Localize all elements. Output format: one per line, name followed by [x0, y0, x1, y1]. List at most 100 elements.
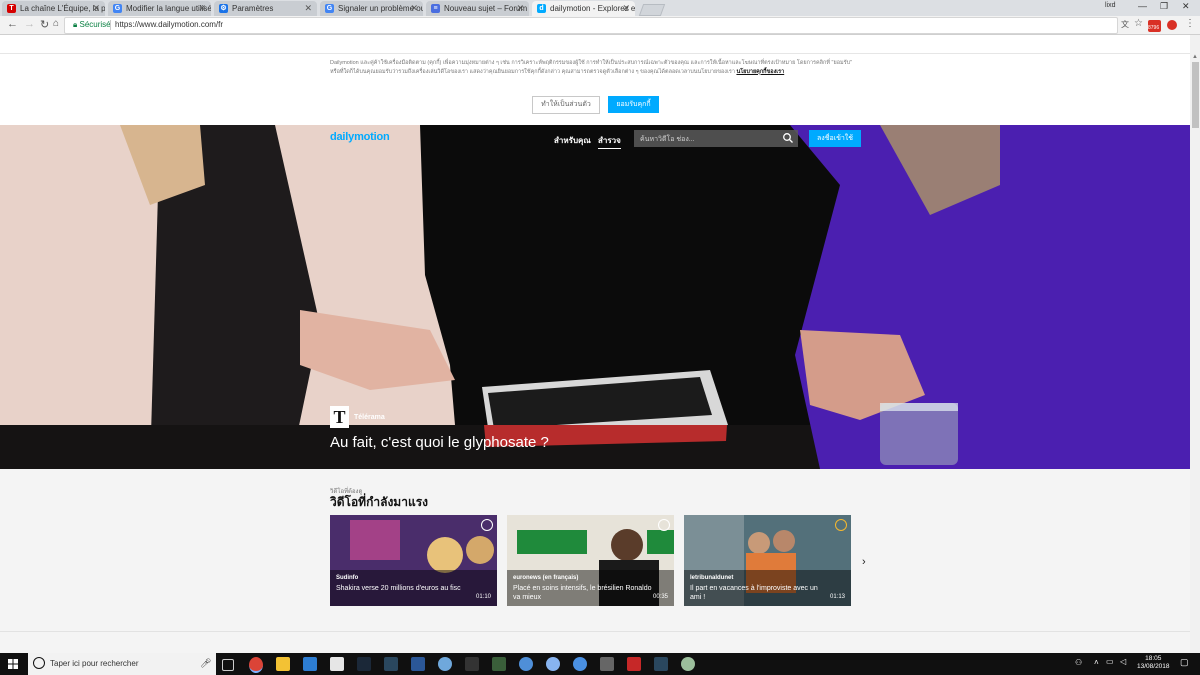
forward-icon[interactable]: →: [24, 18, 35, 30]
hero-channel[interactable]: Télérama: [354, 414, 385, 421]
task-view-icon[interactable]: [222, 659, 234, 671]
card-channel[interactable]: Sudinfo: [336, 575, 358, 581]
card-duration: 01:13: [829, 594, 845, 600]
watch-later-icon[interactable]: [658, 519, 670, 531]
video-card[interactable]: Sudinfo Shakira verse 20 millions d'euro…: [330, 515, 497, 606]
taskbar-search[interactable]: Taper ici pour rechercher 🎤︎: [28, 653, 216, 675]
home-icon[interactable]: ⌂: [53, 18, 59, 29]
steam-app-icon[interactable]: [384, 657, 398, 671]
app-icon[interactable]: [573, 657, 587, 671]
scrollbar-thumb[interactable]: [1192, 62, 1199, 128]
search-icon[interactable]: [782, 132, 794, 144]
network-icon[interactable]: ▭: [1106, 657, 1114, 666]
tab-google-language[interactable]: G Modifier la langue utilisé ✕: [108, 1, 211, 16]
minimize-icon[interactable]: —: [1138, 1, 1147, 11]
mail-icon[interactable]: [330, 657, 344, 671]
gmail-icon[interactable]: 8796: [1148, 20, 1161, 32]
file-explorer-icon[interactable]: [276, 657, 290, 671]
hero-video[interactable]: [0, 125, 1190, 469]
card-title[interactable]: Il part en vacances à l'improviste avec …: [690, 584, 830, 602]
accept-cookies-button[interactable]: ยอมรับคุกกี้: [608, 96, 659, 113]
card-channel[interactable]: letribunaldunet: [690, 575, 733, 581]
app-icon[interactable]: [465, 657, 479, 671]
microphone-icon[interactable]: 🎤︎: [200, 658, 211, 669]
card-channel[interactable]: euronews (en français): [513, 575, 578, 581]
gmail-badge: 8796: [1148, 25, 1160, 31]
menu-icon[interactable]: ⋮: [1185, 18, 1195, 29]
new-tab-button[interactable]: [638, 4, 666, 16]
nav-for-you[interactable]: สำหรับคุณ: [554, 134, 591, 147]
volume-icon[interactable]: ◁: [1120, 657, 1126, 666]
hero-title[interactable]: Au fait, c'est quoi le glyphosate ?: [330, 434, 549, 451]
close-window-icon[interactable]: ✕: [1182, 1, 1190, 12]
profile-label[interactable]: lixd: [1105, 2, 1116, 9]
notification-icon[interactable]: ▢: [1180, 657, 1189, 668]
scroll-up-icon[interactable]: ▲: [1192, 54, 1198, 60]
extension-icon[interactable]: [1167, 20, 1177, 30]
cookie-policy-link[interactable]: นโยบายคุกกี้ของเรา: [736, 69, 784, 75]
star-icon[interactable]: ☆: [1134, 18, 1143, 29]
app-icon[interactable]: [411, 657, 425, 671]
nav-explore[interactable]: สำรวจ: [598, 134, 621, 149]
tab-report-problem[interactable]: G Signaler un problème ou ✕: [320, 1, 423, 16]
tab-lequipe[interactable]: T La chaîne L'Équipe, la pre ✕: [2, 1, 105, 16]
personalize-button[interactable]: ทำให้เป็นส่วนตัว: [532, 96, 600, 114]
secure-label: Sécurisé: [79, 20, 111, 29]
dailymotion-logo[interactable]: dailymotion: [330, 131, 390, 143]
search-box[interactable]: ค้นหาวิดีโอ ช่อง...: [634, 130, 798, 147]
reload-icon[interactable]: ↻: [40, 18, 49, 31]
url-separator: [110, 20, 111, 30]
address-bar[interactable]: 🔒︎ Sécurisé https://www.dailymotion.com/…: [64, 17, 1118, 34]
steam-app-icon[interactable]: [654, 657, 668, 671]
close-icon[interactable]: ✕: [304, 3, 312, 14]
lock-icon: 🔒︎: [73, 20, 78, 29]
card-title[interactable]: Shakira verse 20 millions d'euros au fis…: [336, 584, 476, 593]
app-icon[interactable]: [519, 657, 533, 671]
video-card[interactable]: euronews (en français) Placé en soins in…: [507, 515, 674, 606]
chevron-right-icon[interactable]: ›: [862, 556, 866, 568]
card-duration: 01:10: [475, 594, 491, 600]
windows-start-icon[interactable]: [8, 659, 18, 669]
translate-icon[interactable]: 文: [1121, 19, 1129, 30]
channel-logo[interactable]: T: [330, 406, 349, 428]
app-icon[interactable]: [681, 657, 695, 671]
close-icon[interactable]: ✕: [410, 3, 418, 14]
close-icon[interactable]: ✕: [92, 3, 100, 14]
cookie-text: Dailymotion และคู่ค้าใช้เครื่องมือติดตาม…: [330, 59, 862, 77]
forum-icon: ≡: [431, 4, 440, 13]
card-duration: 00:35: [652, 594, 668, 600]
watch-later-icon[interactable]: [481, 519, 493, 531]
close-icon[interactable]: ✕: [516, 3, 524, 14]
taskbar-clock[interactable]: 18:05 13/08/2018: [1137, 655, 1170, 671]
signup-button[interactable]: ลงชื่อเข้าใช้: [809, 130, 861, 147]
app-icon[interactable]: [600, 657, 614, 671]
app-icon[interactable]: [438, 657, 452, 671]
maximize-icon[interactable]: ❐: [1160, 1, 1168, 12]
people-icon[interactable]: ⚇: [1075, 658, 1082, 667]
taskbar-search-input[interactable]: Taper ici pour rechercher: [50, 659, 138, 668]
close-icon[interactable]: ✕: [198, 3, 206, 14]
clock-time: 18:05: [1145, 655, 1162, 662]
secure-indicator[interactable]: 🔒︎ Sécurisé: [73, 20, 111, 30]
video-card[interactable]: letribunaldunet Il part en vacances à l'…: [684, 515, 851, 606]
app-icon[interactable]: [627, 657, 641, 671]
app-icon[interactable]: [546, 657, 560, 671]
app-icon[interactable]: [492, 657, 506, 671]
tab-title: Paramètres: [232, 4, 274, 13]
search-input[interactable]: ค้นหาวิดีโอ ช่อง...: [640, 134, 695, 145]
tab-dailymotion[interactable]: d dailymotion - Explorez et ✕: [532, 1, 635, 16]
back-icon[interactable]: ←: [7, 18, 18, 30]
watch-later-icon[interactable]: [835, 519, 847, 531]
tray-chevron-icon[interactable]: ˄: [1094, 658, 1099, 667]
tab-settings[interactable]: ⚙ Paramètres ✕: [214, 1, 317, 16]
steam-icon[interactable]: [357, 657, 371, 671]
url-text[interactable]: https://www.dailymotion.com/fr: [115, 20, 223, 29]
tab-forum[interactable]: ≡ Nouveau sujet – Forum C ✕: [426, 1, 529, 16]
chrome-icon[interactable]: [249, 657, 263, 673]
dailymotion-icon: d: [537, 4, 546, 13]
store-icon[interactable]: [303, 657, 317, 671]
close-icon[interactable]: ✕: [622, 3, 630, 14]
card-title[interactable]: Placé en soins intensifs, le brésilien R…: [513, 584, 653, 602]
bookmark-bar: [0, 35, 1190, 54]
google-icon: G: [325, 4, 334, 13]
